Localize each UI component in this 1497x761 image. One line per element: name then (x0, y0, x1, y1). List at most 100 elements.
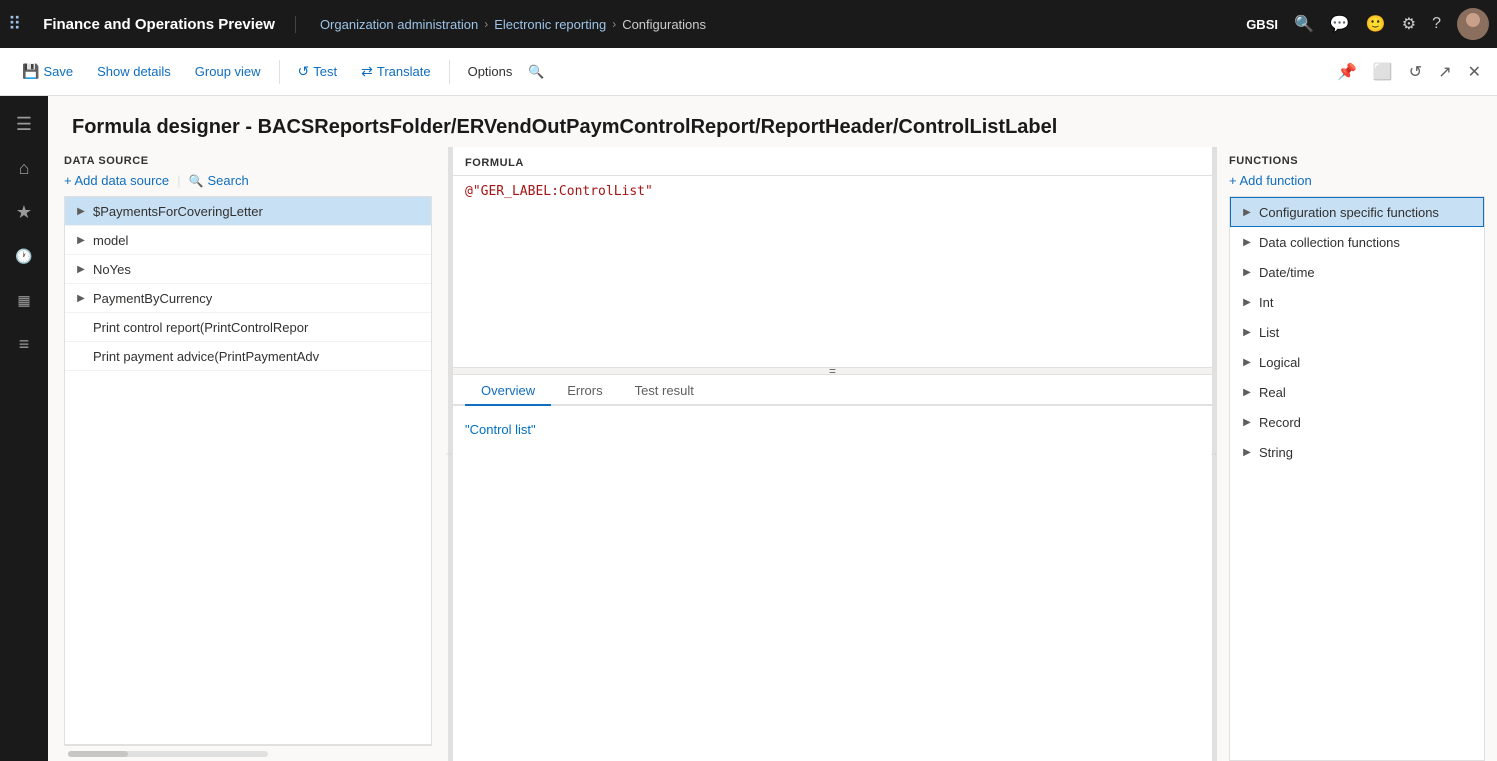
overview-text: "Control list" (465, 422, 536, 437)
avatar[interactable] (1457, 8, 1489, 40)
tree-item-payment-by-currency[interactable]: ▶ PaymentByCurrency (65, 284, 431, 313)
settings-icon[interactable]: ⚙ (1402, 14, 1416, 34)
top-bar-right: GBSI 🔍 💬 🙂 ⚙ ? (1246, 8, 1489, 40)
chevron-icon: ▶ (1239, 324, 1255, 340)
breadcrumb-org-admin[interactable]: Organization administration (320, 17, 478, 32)
options-label[interactable]: Options (458, 58, 523, 85)
tab-errors[interactable]: Errors (551, 375, 618, 406)
func-item-real[interactable]: ▶ Real (1230, 377, 1484, 407)
test-icon: ↺ (298, 63, 310, 80)
pin-icon[interactable]: 📌 (1333, 58, 1361, 86)
tab-overview[interactable]: Overview (465, 375, 551, 406)
add-function-button[interactable]: + Add function (1229, 173, 1312, 188)
breadcrumb-electronic-reporting[interactable]: Electronic reporting (494, 17, 606, 32)
formula-editor[interactable] (453, 176, 1212, 367)
toolbar-right: 📌 ⬜ ↺ ↗ ✕ (1333, 58, 1485, 86)
scrollbar-container (64, 745, 432, 761)
translate-icon: ⇄ (361, 63, 373, 80)
chevron-icon: ▶ (1239, 204, 1255, 220)
breadcrumb-sep-1: › (484, 17, 488, 31)
search-toolbar-icon[interactable]: 🔍 (528, 64, 544, 80)
formula-header: FORMULA (453, 147, 1212, 176)
chevron-icon: ▶ (1239, 294, 1255, 310)
nav-favorites-icon[interactable]: ★ (4, 192, 44, 232)
top-bar: ⠿ Finance and Operations Preview Organiz… (0, 0, 1497, 48)
func-item-string[interactable]: ▶ String (1230, 437, 1484, 467)
chevron-icon: ▶ (1239, 264, 1255, 280)
formula-panel: FORMULA = Overview Errors Test result "C… (452, 147, 1213, 761)
chevron-icon: ▶ (1239, 444, 1255, 460)
functions-toolbar: + Add function (1229, 173, 1485, 188)
formula-top: FORMULA (453, 147, 1212, 367)
breadcrumb: Organization administration › Electronic… (320, 17, 706, 32)
data-source-toolbar: + Add data source | 🔍 Search (64, 173, 432, 188)
chevron-icon-empty: ▶ (73, 319, 89, 335)
close-icon[interactable]: ✕ (1464, 58, 1485, 86)
func-item-list[interactable]: ▶ List (1230, 317, 1484, 347)
toolbar: 💾 Save Show details Group view ↺ Test ⇄ … (0, 48, 1497, 96)
data-source-header: DATA SOURCE (64, 147, 432, 173)
tree-item-noyes[interactable]: ▶ NoYes (65, 255, 431, 284)
test-button[interactable]: ↺ Test (288, 57, 348, 86)
app-launcher-icon[interactable]: ⠿ (8, 14, 21, 35)
functions-tree: ▶ Configuration specific functions ▶ Dat… (1229, 196, 1485, 761)
save-icon: 💾 (22, 63, 39, 80)
tree-item-print-control[interactable]: ▶ Print control report(PrintControlRepor (65, 313, 431, 342)
chevron-icon: ▶ (73, 203, 89, 219)
formula-bottom: Overview Errors Test result "Control lis… (453, 375, 1212, 761)
tab-content-overview: "Control list" (453, 406, 1212, 761)
toolbar-sep-1 (279, 60, 280, 84)
functions-panel: FUNCTIONS + Add function ▶ Configuration… (1217, 147, 1497, 761)
nav-modules-icon[interactable]: ≡ (4, 324, 44, 364)
nav-recent-icon[interactable]: 🕐 (4, 236, 44, 276)
func-item-config-specific[interactable]: ▶ Configuration specific functions (1230, 197, 1484, 227)
chevron-icon: ▶ (73, 290, 89, 306)
save-button[interactable]: 💾 Save (12, 57, 83, 86)
func-item-record[interactable]: ▶ Record (1230, 407, 1484, 437)
chevron-icon: ▶ (1239, 354, 1255, 370)
add-data-source-button[interactable]: + Add data source (64, 173, 169, 188)
nav-home-icon[interactable]: ⌂ (4, 148, 44, 188)
search-data-source-button[interactable]: 🔍 Search (189, 173, 249, 188)
functions-header: FUNCTIONS (1229, 147, 1485, 173)
page-title: Formula designer - BACSReportsFolder/ERV… (48, 96, 1497, 147)
tree-item-model[interactable]: ▶ model (65, 226, 431, 255)
breadcrumb-sep-2: › (612, 17, 616, 31)
chevron-icon: ▶ (73, 261, 89, 277)
tabs-bar: Overview Errors Test result (453, 375, 1212, 406)
translate-button[interactable]: ⇄ Translate (351, 57, 440, 86)
drag-handle[interactable]: = (453, 367, 1212, 375)
breadcrumb-configurations[interactable]: Configurations (622, 17, 706, 32)
search-icon-small: 🔍 (189, 174, 204, 188)
show-details-button[interactable]: Show details (87, 58, 181, 85)
chat-icon[interactable]: 💬 (1330, 14, 1350, 34)
nav-workspaces-icon[interactable]: ▦ (4, 280, 44, 320)
search-icon[interactable]: 🔍 (1294, 14, 1314, 34)
left-nav: ☰ ⌂ ★ 🕐 ▦ ≡ (0, 96, 48, 761)
scrollbar-track[interactable] (68, 751, 268, 757)
content: Formula designer - BACSReportsFolder/ERV… (48, 96, 1497, 761)
help-icon[interactable]: ? (1432, 15, 1441, 33)
chevron-icon: ▶ (1239, 384, 1255, 400)
app-title: Finance and Operations Preview (43, 16, 296, 33)
emoji-icon[interactable]: 🙂 (1366, 14, 1386, 34)
scrollbar-thumb[interactable] (68, 751, 128, 757)
chevron-icon-empty: ▶ (73, 348, 89, 364)
chevron-icon: ▶ (73, 232, 89, 248)
popout-icon[interactable]: ↗ (1434, 58, 1455, 86)
refresh-icon[interactable]: ↺ (1405, 58, 1426, 86)
group-view-button[interactable]: Group view (185, 58, 271, 85)
chevron-icon: ▶ (1239, 414, 1255, 430)
func-item-int[interactable]: ▶ Int (1230, 287, 1484, 317)
tree-item-payments[interactable]: ▶ $PaymentsForCoveringLetter (65, 197, 431, 226)
func-item-data-collection[interactable]: ▶ Data collection functions (1230, 227, 1484, 257)
func-item-datetime[interactable]: ▶ Date/time (1230, 257, 1484, 287)
top-bar-content: ⠿ Finance and Operations Preview Organiz… (8, 14, 706, 35)
tree-item-print-payment[interactable]: ▶ Print payment advice(PrintPaymentAdv (65, 342, 431, 371)
expand-icon[interactable]: ⬜ (1369, 58, 1397, 86)
func-item-logical[interactable]: ▶ Logical (1230, 347, 1484, 377)
nav-hamburger-icon[interactable]: ☰ (4, 104, 44, 144)
designer-layout: DATA SOURCE + Add data source | 🔍 Search… (48, 147, 1497, 761)
tab-test-result[interactable]: Test result (619, 375, 710, 406)
data-source-tree: ▶ $PaymentsForCoveringLetter ▶ model ▶ N… (64, 196, 432, 745)
